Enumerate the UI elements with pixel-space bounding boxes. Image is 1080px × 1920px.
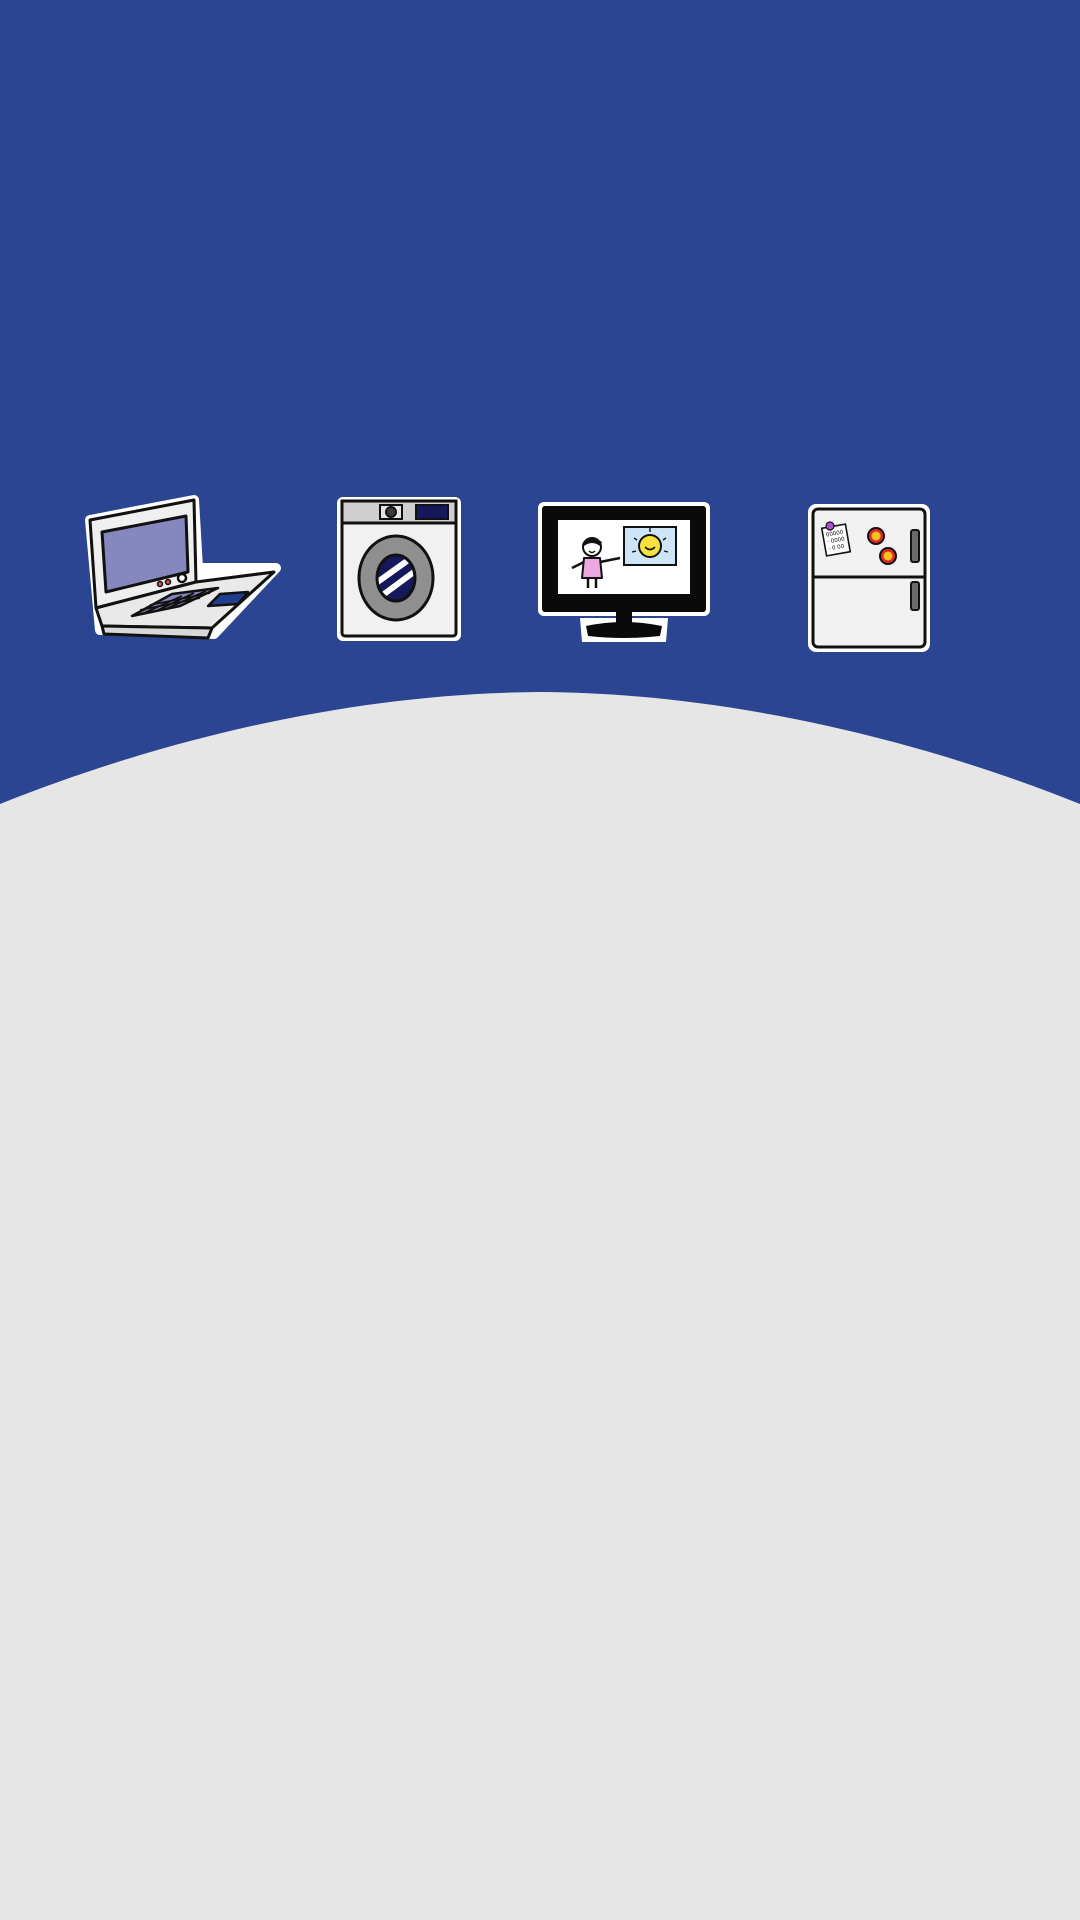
splash-screen: 00000 - 0000 - 0 00	[0, 0, 1080, 1920]
laptop-icon	[84, 495, 284, 648]
curved-content-area	[0, 692, 1080, 1920]
washing-machine-icon	[334, 494, 464, 644]
fridge-note: 00000 - 0000 - 0 00	[820, 521, 852, 557]
background	[0, 0, 1080, 1920]
refrigerator-icon: 00000 - 0000 - 0 00	[806, 502, 932, 654]
television-icon	[536, 500, 712, 646]
